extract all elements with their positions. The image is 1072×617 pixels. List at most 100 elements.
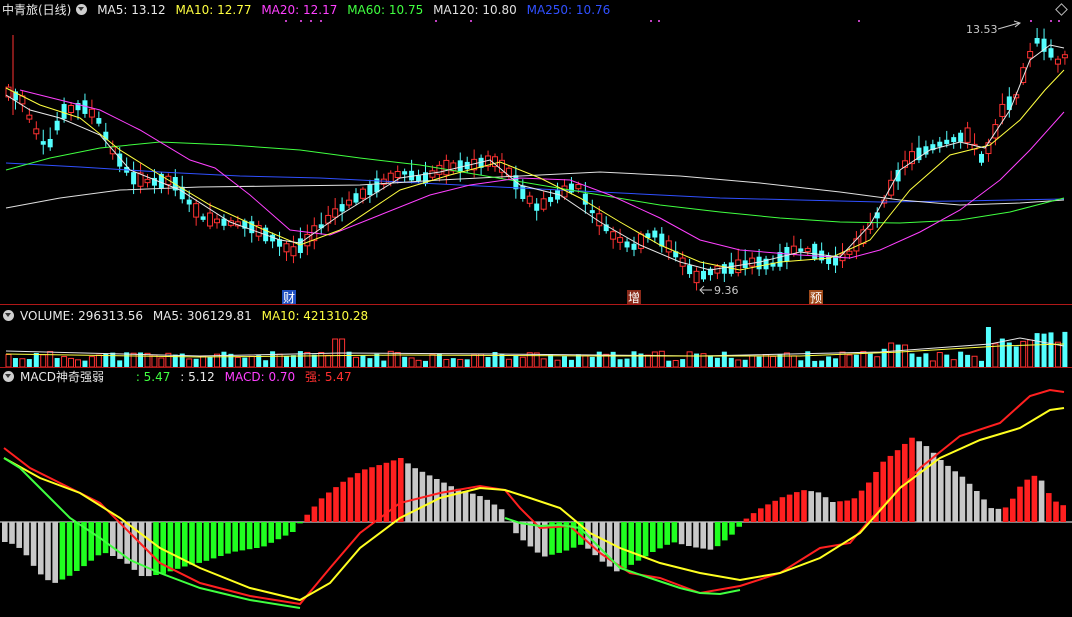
macd-histogram-bar xyxy=(894,450,901,522)
event-marker-0: 财 xyxy=(283,291,295,304)
volume-bar-down xyxy=(895,344,901,367)
candle-up xyxy=(617,237,624,243)
candle-down xyxy=(958,132,964,142)
signal-dot xyxy=(658,20,660,22)
low-arrow xyxy=(699,285,712,295)
macd-histogram-bar xyxy=(16,522,22,548)
candle-down xyxy=(367,184,373,196)
volume-bar-down xyxy=(916,356,922,367)
volume-bar-up xyxy=(325,354,332,368)
macd-histogram-bar xyxy=(858,490,865,522)
macd-histogram-bar xyxy=(1017,486,1023,522)
macd-histogram-bar xyxy=(851,498,858,522)
macd-histogram-bar xyxy=(246,522,253,550)
volume-bar-down xyxy=(965,354,971,367)
candle-down xyxy=(54,120,60,131)
macd-histogram-bar xyxy=(232,522,238,552)
candle-down xyxy=(186,199,192,205)
macd-panel[interactable]: MACD神奇强弱 : 5.47 : 5.12 MACD: 0.70 强: 5.4… xyxy=(0,368,1072,617)
candle-down xyxy=(1034,38,1040,44)
volume-bar-up xyxy=(304,351,311,368)
macd-histogram-bar xyxy=(326,492,332,522)
price-panel[interactable]: 中青旅(日线) MA5: 13.12 MA10: 12.77 MA20: 12.… xyxy=(0,0,1072,304)
volume-bar-down xyxy=(923,353,929,367)
macd-histogram-bar xyxy=(945,465,951,522)
signal-dot xyxy=(1058,20,1060,22)
volume-chart[interactable] xyxy=(0,306,1072,368)
macd-histogram-bar xyxy=(38,522,44,575)
volume-panel[interactable]: VOLUME: 296313.56 MA5: 306129.81 MA10: 4… xyxy=(0,306,1072,368)
macd-histogram-bar xyxy=(318,498,325,522)
candle-down xyxy=(937,141,943,147)
volume-bar-up xyxy=(783,352,790,368)
macd-histogram-bar xyxy=(1046,493,1052,522)
macd-histogram-bar xyxy=(722,522,728,541)
macd-histogram-bar xyxy=(707,522,714,550)
candle-up xyxy=(999,103,1006,117)
volume-bar-down xyxy=(1062,331,1068,367)
candle-down xyxy=(951,137,957,143)
volume-bar-down xyxy=(867,353,873,367)
macd-histogram-bar xyxy=(671,522,678,543)
macd-histogram-bar xyxy=(189,522,195,565)
macd-histogram-bar xyxy=(52,522,58,583)
candle-up xyxy=(214,218,220,224)
macd-histogram-bar xyxy=(138,522,145,576)
signal-dot xyxy=(310,20,312,22)
macd-histogram-bar xyxy=(743,518,750,522)
volume-bar-up xyxy=(200,355,207,368)
volume-bar-up xyxy=(1054,341,1061,368)
candle-up xyxy=(735,259,742,274)
signal-dot xyxy=(285,20,287,22)
candle-down xyxy=(624,241,630,248)
macd-histogram-bar xyxy=(786,494,793,522)
macd-histogram-bar xyxy=(974,491,980,522)
macd-histogram-bar xyxy=(938,460,944,522)
macd-chart[interactable] xyxy=(0,368,1072,617)
volume-bar-up xyxy=(902,344,909,368)
volume-bar-down xyxy=(33,352,39,367)
candle-down xyxy=(416,175,422,182)
macd-histogram-bar xyxy=(693,522,699,548)
volume-bar-down xyxy=(464,359,470,367)
macd-histogram-bar xyxy=(484,499,490,522)
macd-histogram-bar xyxy=(110,522,116,556)
volume-bar-down xyxy=(728,357,734,367)
volume-bar-down xyxy=(284,356,289,367)
volume-bar-up xyxy=(505,358,512,368)
macd-histogram-bar xyxy=(30,522,37,566)
candle-down xyxy=(652,230,658,238)
volume-bar-up xyxy=(936,352,943,368)
signal-dot xyxy=(1030,20,1032,22)
macd-histogram-bar xyxy=(304,514,310,522)
macd-histogram-bar xyxy=(628,522,634,565)
candle-down xyxy=(200,216,206,220)
high-price-label: 13.53 xyxy=(966,23,998,36)
macd-histogram-bar xyxy=(686,522,692,546)
volume-bar-up xyxy=(735,359,742,368)
macd-histogram-bar xyxy=(275,522,282,540)
macd-histogram-bar xyxy=(66,522,73,576)
volume-bar-up xyxy=(992,343,999,368)
macd-histogram-bar xyxy=(844,500,850,522)
macd-histogram-bar xyxy=(815,492,822,522)
candle-up xyxy=(429,170,436,178)
volume-bar-up xyxy=(457,358,464,368)
macd-histogram-bar xyxy=(794,492,800,522)
macd-histogram-bar xyxy=(952,471,958,522)
signal-dot xyxy=(470,20,472,22)
signal-dot xyxy=(650,20,652,22)
candle-down xyxy=(979,153,984,163)
volume-bar-up xyxy=(415,359,422,368)
volume-bar-up xyxy=(686,351,693,368)
volume-bar-down xyxy=(742,359,748,367)
candle-up xyxy=(575,184,582,190)
volume-bar-down xyxy=(117,360,123,367)
macd-histogram-bar xyxy=(369,467,375,522)
candlestick-chart[interactable]: 13.53 9.36 财 增 预 xyxy=(0,0,1072,304)
candle-down xyxy=(402,171,408,175)
volume-bar-up xyxy=(888,342,895,368)
candle-down xyxy=(701,270,706,280)
volume-bar-down xyxy=(833,358,839,367)
macd-histogram-bar xyxy=(995,508,1002,522)
